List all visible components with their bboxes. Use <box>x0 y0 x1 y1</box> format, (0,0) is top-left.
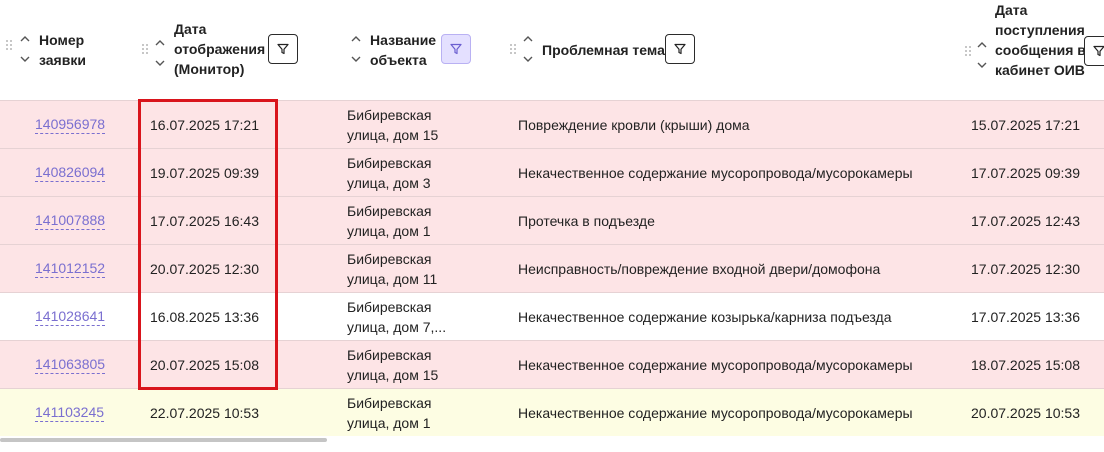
object-line-2: улица, дом 15 <box>347 367 439 383</box>
request-number-cell: 140956978 <box>35 101 106 149</box>
table-header: Номер заявки Дата отображения (Монитор) … <box>0 0 1104 100</box>
request-number-link[interactable]: 141007888 <box>35 212 106 230</box>
drag-handle-icon[interactable] <box>965 46 971 56</box>
column-header-topic: Проблемная тема <box>510 0 955 100</box>
drag-handle-icon[interactable] <box>6 40 12 50</box>
received-date-cell: 17.07.2025 13:36 <box>971 309 1080 325</box>
received-date-cell: 17.07.2025 12:30 <box>971 261 1080 277</box>
topic-cell: Неисправность/повреждение входной двери/… <box>518 261 881 277</box>
object-line-1: Бибиревская <box>347 203 432 219</box>
sort-arrows-icon[interactable] <box>976 40 988 70</box>
object-line-1: Бибиревская <box>347 155 432 171</box>
object-cell: Бибиревская улица, дом 15 <box>347 341 438 389</box>
object-cell: Бибиревская улица, дом 1 <box>347 197 432 245</box>
object-cell: Бибиревская улица, дом 15 <box>347 101 438 149</box>
object-line-1: Бибиревская <box>347 251 432 267</box>
received-date-cell: 17.07.2025 12:43 <box>971 213 1080 229</box>
request-number-cell: 141103245 <box>35 389 105 437</box>
request-number-cell: 141063805 <box>35 341 106 389</box>
topic-cell: Некачественное содержание мусоропровода/… <box>518 405 913 421</box>
topic-cell: Некачественное содержание мусоропровода/… <box>518 357 913 373</box>
request-number-link[interactable]: 140956978 <box>35 116 106 134</box>
filter-button[interactable] <box>1084 36 1104 66</box>
filter-button[interactable] <box>268 34 298 64</box>
topic-cell: Некачественное содержание мусоропровода/… <box>518 165 913 181</box>
column-header-label: Название объекта <box>370 32 437 68</box>
request-number-link[interactable]: 141103245 <box>35 404 105 422</box>
object-line-1: Бибиревская <box>347 299 432 315</box>
filter-icon <box>674 43 686 55</box>
topic-cell: Протечка в подъезде <box>518 213 655 229</box>
request-number-link[interactable]: 141012152 <box>35 260 106 278</box>
requests-table: Номер заявки Дата отображения (Монитор) … <box>0 0 1104 442</box>
request-number-cell: 140826094 <box>35 149 106 197</box>
object-line-2: улица, дом 15 <box>347 127 439 143</box>
column-header-label: Номер заявки <box>39 32 86 68</box>
object-line-1: Бибиревская <box>347 107 432 123</box>
object-line-2: улица, дом 1 <box>347 223 431 239</box>
request-number-cell: 141007888 <box>35 197 106 245</box>
object-line-2: улица, дом 7,... <box>347 319 447 335</box>
column-header-object: Название объекта <box>335 0 510 100</box>
filter-icon <box>277 43 289 55</box>
column-header-number: Номер заявки <box>0 0 135 100</box>
received-date-cell: 15.07.2025 17:21 <box>971 117 1080 133</box>
column-header-received-date: Дата поступления сообщения в кабинет ОИВ <box>955 0 1104 100</box>
request-number-cell: 141012152 <box>35 245 106 293</box>
object-cell: Бибиревская улица, дом 7,... <box>347 293 446 341</box>
sort-arrows-icon[interactable] <box>522 34 534 64</box>
object-line-1: Бибиревская <box>347 347 432 363</box>
sort-arrows-icon[interactable] <box>19 34 31 64</box>
topic-cell: Повреждение кровли (крыши) дома <box>518 117 750 133</box>
request-number-link[interactable]: 141063805 <box>35 356 106 374</box>
filter-button-active[interactable] <box>441 34 471 64</box>
drag-handle-icon[interactable] <box>510 44 516 54</box>
request-number-link[interactable]: 141028641 <box>35 308 106 326</box>
object-line-1: Бибиревская <box>347 395 432 411</box>
topic-cell: Некачественное содержание козырька/карни… <box>518 309 892 325</box>
filter-icon <box>450 43 462 55</box>
object-cell: Бибиревская улица, дом 3 <box>347 149 432 197</box>
filter-button[interactable] <box>665 34 695 64</box>
received-date-cell: 17.07.2025 09:39 <box>971 165 1080 181</box>
object-cell: Бибиревская улица, дом 1 <box>347 389 432 437</box>
horizontal-scrollbar[interactable] <box>0 438 327 442</box>
sort-arrows-icon[interactable] <box>350 34 362 64</box>
object-cell: Бибиревская улица, дом 11 <box>347 245 437 293</box>
sort-arrows-icon[interactable] <box>154 38 166 68</box>
column-header-label: Проблемная тема <box>542 42 665 58</box>
monitor-date-cell: 22.07.2025 10:53 <box>150 405 259 421</box>
column-header-label: Дата поступления сообщения в кабинет ОИВ <box>995 2 1086 78</box>
column-header-monitor-date: Дата отображения (Монитор) <box>135 0 335 100</box>
object-line-2: улица, дом 11 <box>347 271 438 287</box>
drag-handle-icon[interactable] <box>142 44 148 54</box>
request-number-cell: 141028641 <box>35 293 106 341</box>
received-date-cell: 18.07.2025 15:08 <box>971 357 1080 373</box>
object-line-2: улица, дом 3 <box>347 175 431 191</box>
request-number-link[interactable]: 140826094 <box>35 164 106 182</box>
filter-icon <box>1093 45 1104 57</box>
highlight-annotation-box <box>138 99 278 390</box>
object-line-2: улица, дом 1 <box>347 415 431 431</box>
table-row[interactable]: 141103245 22.07.2025 10:53 Бибиревская ул… <box>0 388 1104 436</box>
column-header-label: Дата отображения (Монитор) <box>174 21 266 77</box>
received-date-cell: 20.07.2025 10:53 <box>971 405 1080 421</box>
